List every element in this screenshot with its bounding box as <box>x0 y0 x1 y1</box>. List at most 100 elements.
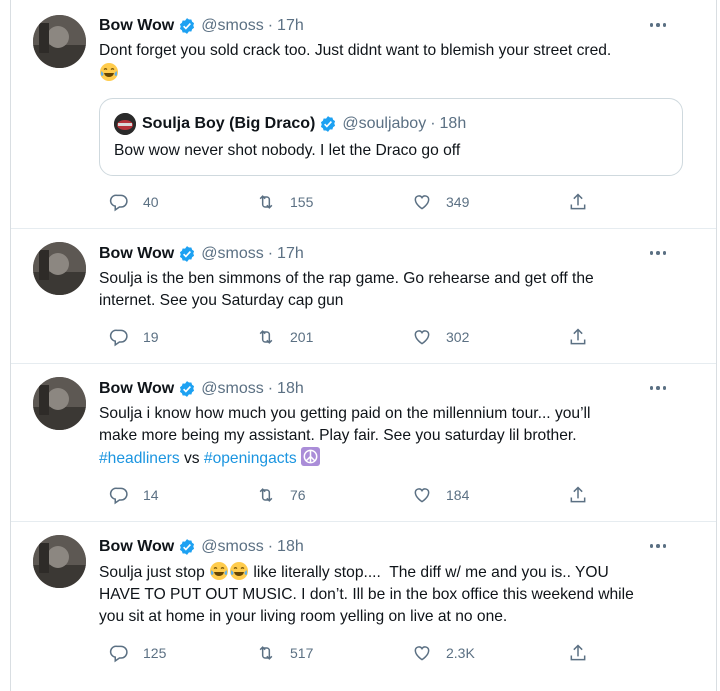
verified-badge-icon <box>180 246 195 262</box>
retweet-button[interactable]: 517 <box>256 642 313 664</box>
retweet-count: 201 <box>290 329 314 345</box>
more-icon[interactable] <box>646 536 670 556</box>
reply-icon <box>109 487 128 505</box>
timeline: Bow Wow @smoss · 17h Dont forget you sol… <box>10 0 717 691</box>
retweet-button[interactable]: 76 <box>256 484 306 506</box>
timestamp[interactable]: 17h <box>277 245 304 263</box>
tweet-header: Bow Wow @smoss · 18h <box>99 537 304 557</box>
share-button[interactable] <box>568 191 588 213</box>
tweet-header: Bow Wow @smoss · 17h <box>99 16 304 36</box>
like-button[interactable]: 184 <box>412 484 469 506</box>
timestamp[interactable]: 17h <box>277 17 304 35</box>
tweet-actions: 40 155 349 <box>99 191 599 213</box>
tweet-text-line: Soulja just stop like literally stop....… <box>99 561 674 584</box>
author-name[interactable]: Bow Wow <box>99 538 174 556</box>
separator-dot: · <box>267 245 274 262</box>
avatar[interactable] <box>33 377 86 430</box>
retweet-count: 76 <box>290 487 306 503</box>
tweet-text-line: Soulja i know how much you getting paid … <box>99 405 591 422</box>
share-button[interactable] <box>568 642 588 664</box>
share-icon <box>570 486 586 503</box>
tweet-text: Soulja just stop like literally stop....… <box>99 561 674 628</box>
reply-button[interactable]: 40 <box>109 191 159 213</box>
reply-count: 19 <box>143 329 159 345</box>
tweet-text: Dont forget you sold crack too. Just did… <box>99 40 674 85</box>
separator-dot: · <box>267 538 274 555</box>
like-count: 349 <box>446 194 470 210</box>
share-button[interactable] <box>568 484 588 506</box>
like-button[interactable]: 302 <box>412 326 469 348</box>
separator-dot: · <box>267 380 274 397</box>
verified-badge-icon <box>180 18 195 34</box>
author-handle[interactable]: @smoss <box>201 17 263 35</box>
author-handle[interactable]: @smoss <box>201 245 263 263</box>
reply-button[interactable]: 14 <box>109 484 159 506</box>
retweet-button[interactable]: 155 <box>256 191 313 213</box>
like-count: 302 <box>446 329 470 345</box>
tweet-header: Bow Wow @smoss · 18h <box>99 379 304 399</box>
like-count: 2.3K <box>446 645 475 661</box>
tweet-4[interactable]: Bow Wow @smoss · 18h Soulja just stop li… <box>11 522 716 691</box>
quoted-timestamp[interactable]: 18h <box>440 115 467 133</box>
tweet-text-line: #headliners vs #openingacts <box>99 447 674 470</box>
like-button[interactable]: 2.3K <box>412 642 475 664</box>
avatar[interactable] <box>33 15 86 68</box>
tweet-text: Soulja i know how much you getting paid … <box>99 403 674 470</box>
tweet-text-line <box>99 62 674 85</box>
hashtag-link[interactable]: #headliners <box>99 450 180 467</box>
timestamp[interactable]: 18h <box>277 380 304 398</box>
hashtag-link[interactable]: #openingacts <box>204 450 297 467</box>
reply-count: 125 <box>143 645 167 661</box>
reply-count: 14 <box>143 487 159 503</box>
retweet-icon <box>259 330 273 344</box>
quoted-tweet[interactable]: Soulja Boy (Big Draco) @souljaboy · 18h … <box>99 98 683 176</box>
quoted-tweet-text: Bow wow never shot nobody. I let the Dra… <box>114 142 461 159</box>
tweet-1[interactable]: Bow Wow @smoss · 17h Dont forget you sol… <box>11 0 716 229</box>
tweet-text-line: Dont forget you sold crack too. Just did… <box>99 42 612 59</box>
reply-icon <box>109 645 128 663</box>
author-handle[interactable]: @smoss <box>201 538 263 556</box>
like-button[interactable]: 349 <box>412 191 469 213</box>
peace-symbol-emoji-icon <box>301 447 321 466</box>
like-count: 184 <box>446 487 470 503</box>
like-icon <box>414 330 430 345</box>
share-icon <box>570 644 586 661</box>
reply-button[interactable]: 125 <box>109 642 166 664</box>
author-handle[interactable]: @smoss <box>201 380 263 398</box>
reply-icon <box>109 329 128 347</box>
quoted-author-handle[interactable]: @souljaboy <box>342 115 426 133</box>
more-icon[interactable] <box>646 15 670 35</box>
avatar[interactable] <box>33 242 86 295</box>
timestamp[interactable]: 18h <box>277 538 304 556</box>
text-fragment: Soulja just stop <box>99 564 210 581</box>
like-icon <box>414 488 430 503</box>
separator-dot: · <box>430 115 436 132</box>
tweet-text-line: make more being my assistant. Play fair.… <box>99 427 577 444</box>
author-name[interactable]: Bow Wow <box>99 380 174 398</box>
quoted-author-name[interactable]: Soulja Boy (Big Draco) <box>142 115 315 133</box>
retweet-button[interactable]: 201 <box>256 326 313 348</box>
tweet-text: Soulja is the ben simmons of the rap gam… <box>99 268 674 312</box>
separator-dot: · <box>267 17 274 34</box>
like-icon <box>414 646 430 661</box>
more-icon[interactable] <box>646 243 670 263</box>
retweet-count: 155 <box>290 194 314 210</box>
tears-of-joy-emoji-icon <box>230 562 249 580</box>
tweet-actions: 125 517 2.3K <box>99 642 599 664</box>
share-button[interactable] <box>568 326 588 348</box>
retweet-icon <box>259 195 273 209</box>
tweet-actions: 14 76 184 <box>99 484 599 506</box>
tweet-3[interactable]: Bow Wow @smoss · 18h Soulja i know how m… <box>11 364 716 522</box>
tweet-2[interactable]: Bow Wow @smoss · 17h Soulja is the ben s… <box>11 229 716 364</box>
more-icon[interactable] <box>646 378 670 398</box>
avatar[interactable] <box>33 535 86 588</box>
tweet-text-line: HAVE TO PUT OUT MUSIC. I don’t. Ill be i… <box>99 586 634 603</box>
verified-badge-icon <box>321 116 336 132</box>
author-name[interactable]: Bow Wow <box>99 245 174 263</box>
tweet-text-line: Soulja is the ben simmons of the rap gam… <box>99 270 594 287</box>
verified-badge-icon <box>180 381 195 397</box>
quoted-avatar <box>114 113 136 135</box>
reply-button[interactable]: 19 <box>109 326 159 348</box>
reply-icon <box>109 194 128 212</box>
author-name[interactable]: Bow Wow <box>99 17 174 35</box>
